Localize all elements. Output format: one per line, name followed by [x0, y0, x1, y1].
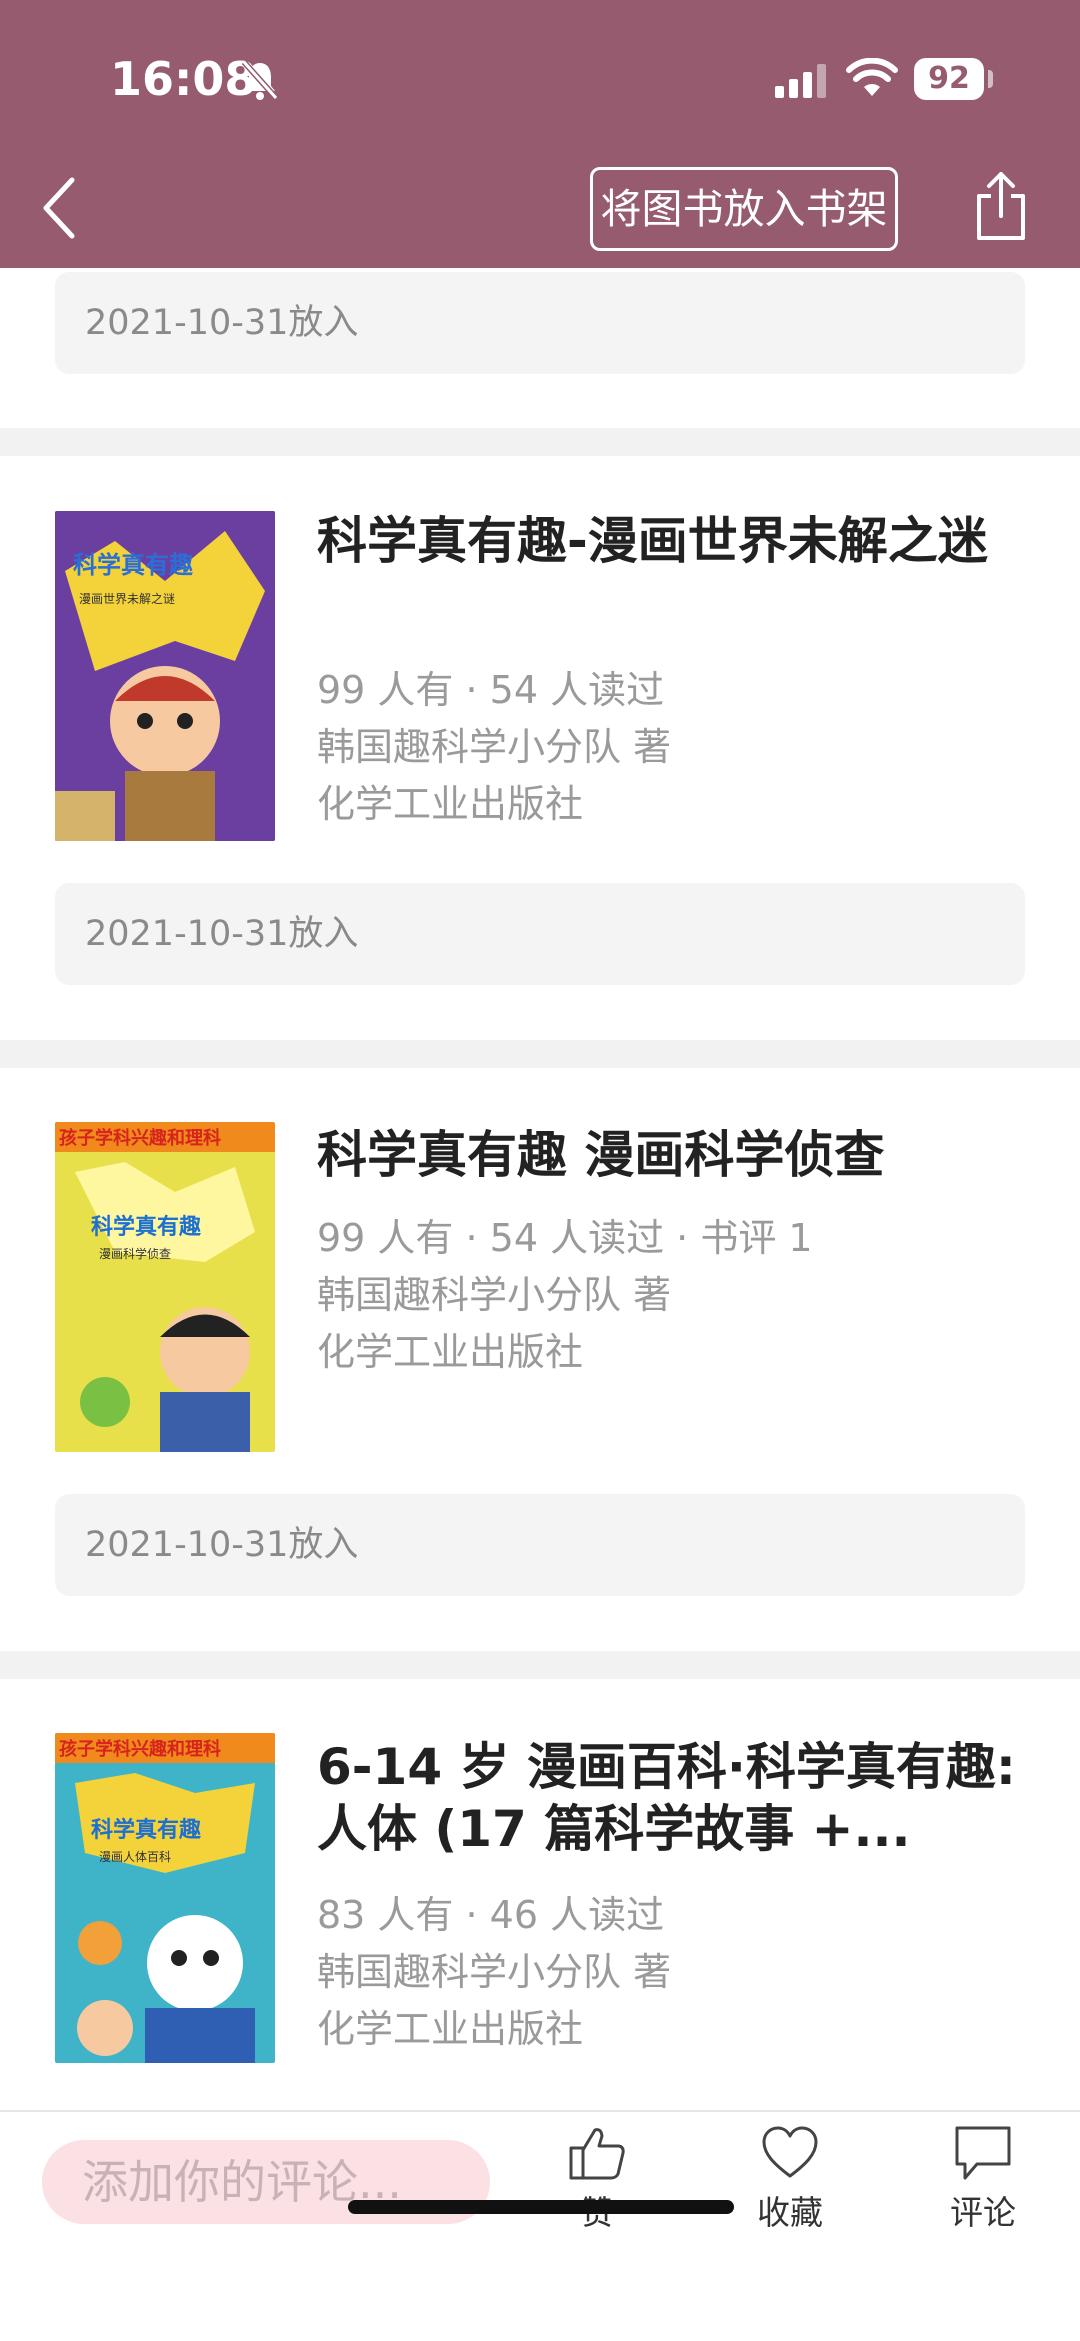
section-divider — [0, 1040, 1080, 1068]
section-divider — [0, 1651, 1080, 1679]
status-time: 16:08 — [110, 52, 257, 106]
comment-label: 评论 — [950, 2193, 1016, 2232]
back-arrow-icon[interactable] — [40, 176, 80, 240]
home-indicator — [348, 2200, 734, 2214]
book-publisher: 化学工业出版社 — [317, 1330, 584, 1374]
bell-muted-icon — [241, 60, 279, 100]
cellular-signal-icon — [775, 64, 826, 98]
cover-subtitle: 漫画科学侦查 — [99, 1246, 171, 1261]
favorite-label: 收藏 — [757, 2193, 823, 2232]
cover-banner: 孩子学科兴趣和理科 — [59, 1127, 221, 1149]
cover-title: 科学真有趣 — [73, 551, 194, 579]
book-cover: 孩子学科兴趣和理科 科学真有趣 漫画科学侦查 — [55, 1122, 275, 1452]
heart-icon — [762, 2126, 818, 2178]
book-title[interactable]: 科学真有趣 漫画科学侦查 — [317, 1124, 1017, 1186]
cover-subtitle: 漫画人体百科 — [99, 1850, 171, 1864]
book-author: 韩国趣科学小分队 著 — [317, 725, 672, 769]
favorite-button[interactable]: 收藏 — [730, 2124, 850, 2234]
shelf-date: 2021-10-31放入 — [55, 272, 1025, 374]
wifi-icon — [846, 58, 898, 96]
section-divider — [0, 428, 1080, 456]
book-stats: 99 人有 · 54 人读过 · 书评 1 — [317, 1216, 813, 1260]
comment-button[interactable]: 评论 — [923, 2124, 1043, 2234]
like-button[interactable]: 赞 — [537, 2124, 657, 2234]
chat-bubble-icon — [955, 2126, 1011, 2180]
battery-tip — [988, 70, 993, 88]
bottom-action-bar: 添加你的评论... 赞 收藏 评论 — [0, 2110, 1080, 2341]
cover-title: 科学真有趣 — [91, 1214, 201, 1240]
cover-title: 科学真有趣 — [91, 1817, 201, 1843]
book-publisher: 化学工业出版社 — [317, 2007, 584, 2051]
book-stats: 99 人有 · 54 人读过 — [317, 668, 665, 712]
book-stats: 83 人有 · 46 人读过 — [317, 1893, 665, 1937]
book-author: 韩国趣科学小分队 著 — [317, 1950, 672, 1994]
book-publisher: 化学工业出版社 — [317, 782, 584, 826]
book-title[interactable]: 6-14 岁 漫画百科·科学真有趣: 人体 (17 篇科学故事 +... — [317, 1736, 1017, 1860]
battery-indicator: 92 — [914, 58, 984, 100]
cover-banner: 孩子学科兴趣和理科 — [59, 1738, 221, 1760]
book-title[interactable]: 科学真有趣-漫画世界未解之迷 — [317, 510, 1017, 572]
shelf-date: 2021-10-31放入 — [55, 883, 1025, 985]
share-icon[interactable] — [973, 170, 1029, 242]
book-cover: 孩子学科兴趣和理科 科学真有趣 漫画人体百科 — [55, 1733, 275, 2063]
book-author: 韩国趣科学小分队 著 — [317, 1273, 672, 1317]
book-cover: 科学真有趣 漫画世界未解之谜 — [55, 511, 275, 841]
cover-subtitle: 漫画世界未解之谜 — [79, 592, 175, 606]
shelf-date: 2021-10-31放入 — [55, 1494, 1025, 1596]
add-to-shelf-button[interactable]: 将图书放入书架 — [590, 167, 898, 251]
nav-header: 16:08 92 将图书放入书架 — [0, 0, 1080, 268]
thumbs-up-icon — [569, 2128, 625, 2180]
